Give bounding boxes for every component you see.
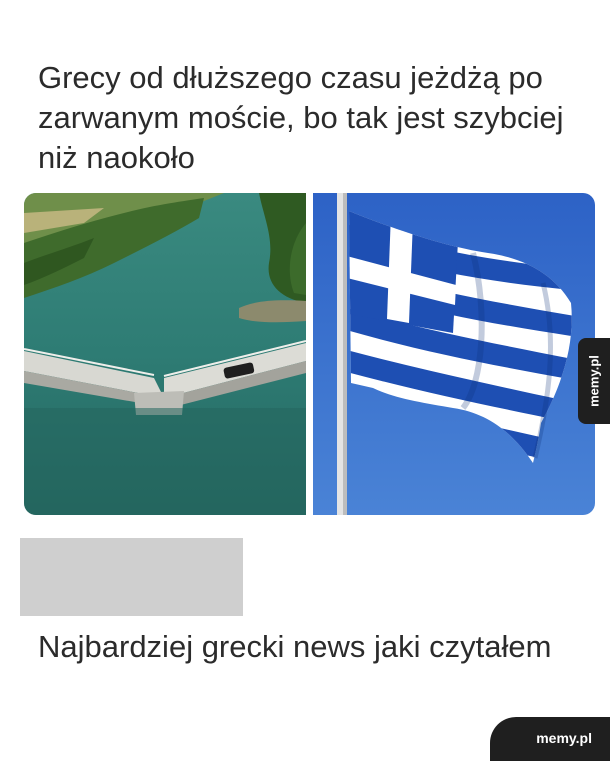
memy-side-watermark-text: memy.pl bbox=[586, 355, 602, 407]
memy-side-watermark: memy.pl bbox=[578, 338, 610, 424]
greek-flag-photo bbox=[313, 193, 595, 515]
post-caption: Najbardziej grecki news jaki czytałem bbox=[38, 629, 552, 664]
memy-corner-watermark: memy.pl bbox=[490, 717, 610, 761]
image-pair bbox=[24, 193, 595, 515]
memy-corner-watermark-text: memy.pl bbox=[536, 730, 592, 746]
collapsed-bridge-photo bbox=[24, 193, 306, 515]
gray-placeholder-box bbox=[20, 538, 243, 616]
post-headline: Grecy od dłuższego czasu jeżdżą po zarwa… bbox=[38, 60, 564, 175]
